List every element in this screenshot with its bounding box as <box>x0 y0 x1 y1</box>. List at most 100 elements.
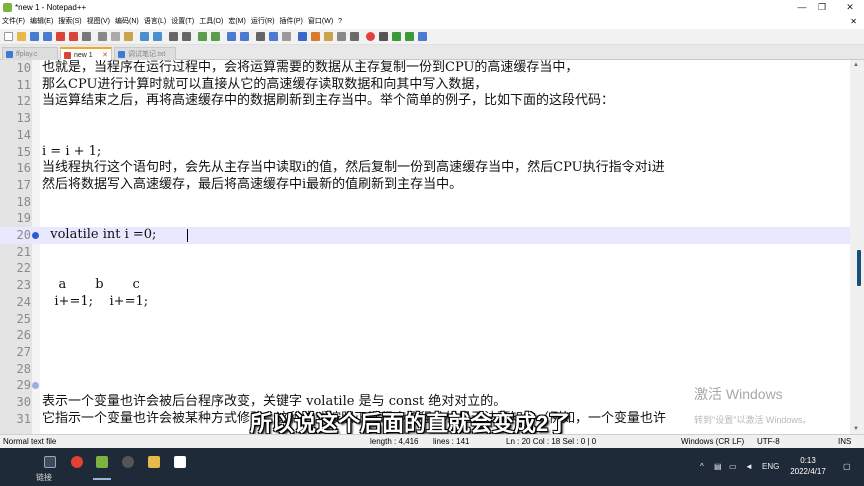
close-all-icon[interactable] <box>69 32 78 41</box>
sync-vertical-icon[interactable] <box>227 32 236 41</box>
menu-file[interactable]: 文件(F) <box>0 15 27 29</box>
media-player-icon[interactable] <box>122 456 134 468</box>
replace-icon[interactable] <box>182 32 191 41</box>
redo-icon[interactable] <box>153 32 162 41</box>
menu-settings[interactable]: 设置(T) <box>169 15 196 29</box>
line-number: 17 <box>16 177 31 192</box>
tab-bar: ffplay.c new 1 ✕ 调试笔记.txt <box>0 45 864 60</box>
editor-line: 10 也就是，当程序在运行过程中，会将运算需要的数据从主存复制一份到CPU的高速缓… <box>0 60 850 77</box>
record-macro-icon[interactable] <box>366 32 375 41</box>
word-wrap-icon[interactable] <box>256 32 265 41</box>
zoom-out-icon[interactable] <box>211 32 220 41</box>
menu-edit[interactable]: 编辑(E) <box>28 15 55 29</box>
sync-horizontal-icon[interactable] <box>240 32 249 41</box>
indent-guide-icon[interactable] <box>282 32 291 41</box>
copy-icon[interactable] <box>111 32 120 41</box>
status-lines: lines : 141 <box>433 437 470 446</box>
system-clock[interactable]: 0:13 2022/4/17 <box>780 455 836 477</box>
menu-plugins[interactable]: 插件(P) <box>278 15 305 29</box>
fold-marker-icon[interactable] <box>32 382 39 390</box>
menu-run[interactable]: 运行(R) <box>249 15 277 29</box>
file-explorer-icon[interactable] <box>148 456 160 468</box>
editor-line: 14 <box>0 127 850 144</box>
taskbar: 链接 ^ ▤ ▭ ◄ ENG 0:13 2022/4/17 ▢ <box>0 448 864 486</box>
editor-line: 15 i = i + 1; <box>0 144 850 161</box>
play-macro-icon[interactable] <box>392 32 401 41</box>
cut-icon[interactable] <box>98 32 107 41</box>
new-file-icon[interactable] <box>4 32 13 41</box>
paste-icon[interactable] <box>124 32 133 41</box>
scrollbar-thumb[interactable] <box>857 250 861 286</box>
scroll-down-icon[interactable]: ▼ <box>853 426 859 432</box>
line-number: 21 <box>16 244 31 259</box>
editor-line: 18 <box>0 194 850 211</box>
line-number: 13 <box>16 111 31 126</box>
monitoring-icon[interactable] <box>350 32 359 41</box>
maximize-button[interactable]: ❐ <box>808 0 836 15</box>
line-number: 26 <box>16 328 31 343</box>
menu-view[interactable]: 视图(V) <box>85 15 112 29</box>
function-list-icon[interactable] <box>324 32 333 41</box>
bookmark-icon[interactable] <box>32 232 39 239</box>
line-number: 30 <box>16 395 31 409</box>
menu-window[interactable]: 窗口(W) <box>306 15 335 29</box>
line-text: 当线程执行这个语句时，会先从主存当中读取i的值，然后复制一份到高速缓存当中，然后… <box>42 160 665 176</box>
vertical-scrollbar[interactable]: ▲ ▼ <box>850 60 864 434</box>
line-number: 25 <box>16 311 31 326</box>
input-method-indicator[interactable]: ENG <box>762 462 779 471</box>
activation-watermark-title: 激活 Windows <box>694 386 783 402</box>
volume-icon[interactable]: ◄ <box>745 462 753 471</box>
desktop-app-icon[interactable] <box>44 456 56 468</box>
folder-workspace-icon[interactable] <box>337 32 346 41</box>
menu-bar: 文件(F) 编辑(E) 搜索(S) 视图(V) 编码(N) 语言(L) 设置(T) 工具(O)… <box>0 15 864 29</box>
show-all-chars-icon[interactable] <box>269 32 278 41</box>
editor-line: 25 <box>0 311 850 328</box>
zoom-in-icon[interactable] <box>198 32 207 41</box>
run-macro-multiple-icon[interactable] <box>405 32 414 41</box>
menu-help[interactable]: ? <box>336 15 344 29</box>
line-text: volatile int i =0; <box>42 227 157 242</box>
menu-tools[interactable]: 工具(O) <box>197 15 225 29</box>
line-number: 24 <box>16 294 31 309</box>
menu-search[interactable]: 搜索(S) <box>56 15 83 29</box>
menu-encoding[interactable]: 编码(N) <box>113 15 141 29</box>
line-number: 23 <box>16 278 31 293</box>
text-editor[interactable]: 10 也就是，当程序在运行过程中，会将运算需要的数据从主存复制一份到CPU的高速缓… <box>0 60 850 434</box>
print-icon[interactable] <box>82 32 91 41</box>
tab-debug-notes[interactable]: 调试笔记.txt <box>114 47 176 60</box>
notepadpp-taskbar-icon[interactable] <box>96 456 108 468</box>
line-number: 19 <box>16 211 31 226</box>
notes-app-icon[interactable] <box>174 456 186 468</box>
network-icon[interactable]: ▤ <box>714 462 722 471</box>
toolbar <box>0 29 864 45</box>
battery-icon[interactable]: ▭ <box>729 462 737 471</box>
tab-new-1[interactable]: new 1 ✕ <box>60 47 112 60</box>
find-icon[interactable] <box>169 32 178 41</box>
menu-macro[interactable]: 宏(M) <box>226 15 248 29</box>
line-text: 然后将数据写入高速缓存，最后将高速缓存中i最新的值刷新到主存当中。 <box>42 176 463 192</box>
status-insert-mode: INS <box>838 437 852 446</box>
current-line: 20 volatile int i =0; <box>0 227 850 244</box>
save-all-icon[interactable] <box>43 32 52 41</box>
undo-icon[interactable] <box>140 32 149 41</box>
close-doc-icon[interactable]: ✕ <box>848 15 859 29</box>
line-number: 12 <box>16 94 31 109</box>
active-app-indicator <box>93 478 111 480</box>
close-button[interactable]: ✕ <box>836 0 864 15</box>
save-macro-icon[interactable] <box>418 32 427 41</box>
stop-macro-icon[interactable] <box>379 32 388 41</box>
scroll-up-icon[interactable]: ▲ <box>853 62 859 68</box>
language-icon[interactable] <box>298 32 307 41</box>
menu-language[interactable]: 语言(L) <box>142 15 169 29</box>
open-file-icon[interactable] <box>17 32 26 41</box>
notification-icon[interactable]: ▢ <box>843 462 851 471</box>
doc-map-icon[interactable] <box>311 32 320 41</box>
chrome-icon[interactable] <box>71 456 83 468</box>
tab-ffplay[interactable]: ffplay.c <box>2 47 58 60</box>
tray-overflow-icon[interactable]: ^ <box>700 462 704 471</box>
editor-line: 23 a b c <box>0 277 850 294</box>
close-file-icon[interactable] <box>56 32 65 41</box>
status-eol: Windows (CR LF) <box>681 437 745 446</box>
save-icon[interactable] <box>30 32 39 41</box>
file-icon <box>6 51 13 58</box>
